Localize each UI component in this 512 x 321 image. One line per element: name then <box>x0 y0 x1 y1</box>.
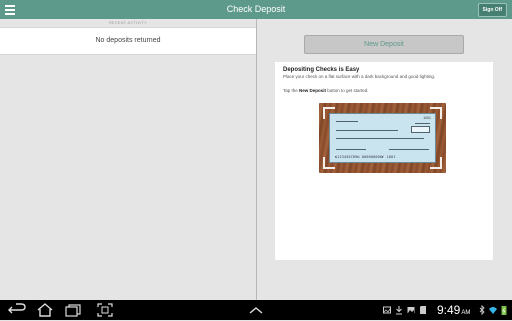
app-header: Check Deposit Sign Off <box>0 0 512 19</box>
back-icon[interactable] <box>8 303 26 317</box>
download-icon <box>396 306 402 315</box>
empty-deposits-message: No deposits returned <box>0 27 256 55</box>
chevron-up-icon[interactable] <box>247 303 265 317</box>
wifi-icon <box>489 307 497 314</box>
recent-apps-icon[interactable] <box>64 303 82 317</box>
instructions-card: Depositing Checks is Easy Place your che… <box>275 62 493 260</box>
image-notification-icon <box>383 306 391 314</box>
recent-activity-panel: RECENT ACTIVITY No deposits returned <box>0 19 256 300</box>
card-instruction-2: Tap the New Deposit button to get starte… <box>283 88 369 93</box>
card-title: Depositing Checks is Easy <box>283 67 360 73</box>
sample-check: 1001 ⑆123456789⑆ 000000000⑈ 1001 <box>329 113 436 163</box>
check-on-wood-illustration: 1001 ⑆123456789⑆ 000000000⑈ 1001 <box>319 103 446 173</box>
page-title: Check Deposit <box>226 4 286 14</box>
home-icon[interactable] <box>36 303 54 317</box>
system-navigation-bar: 9:49AM <box>0 300 512 320</box>
amount-box <box>411 126 430 133</box>
sign-off-button[interactable]: Sign Off <box>477 3 507 17</box>
battery-icon <box>501 306 507 315</box>
screenshot-icon[interactable] <box>96 303 114 317</box>
card-instruction-1: Place your check on a flat surface with … <box>283 74 436 79</box>
gallery-notification-icon <box>407 307 415 313</box>
deposit-panel: New Deposit Depositing Checks is Easy Pl… <box>257 19 512 300</box>
bluetooth-icon <box>479 305 485 315</box>
check-number: 1001 <box>423 116 431 120</box>
sd-card-icon <box>420 306 426 314</box>
status-clock: 9:49AM <box>437 303 471 317</box>
recent-activity-label: RECENT ACTIVITY <box>109 21 147 25</box>
new-deposit-button[interactable]: New Deposit <box>304 35 464 54</box>
check-micr-line: ⑆123456789⑆ 000000000⑈ 1001 <box>335 155 396 159</box>
